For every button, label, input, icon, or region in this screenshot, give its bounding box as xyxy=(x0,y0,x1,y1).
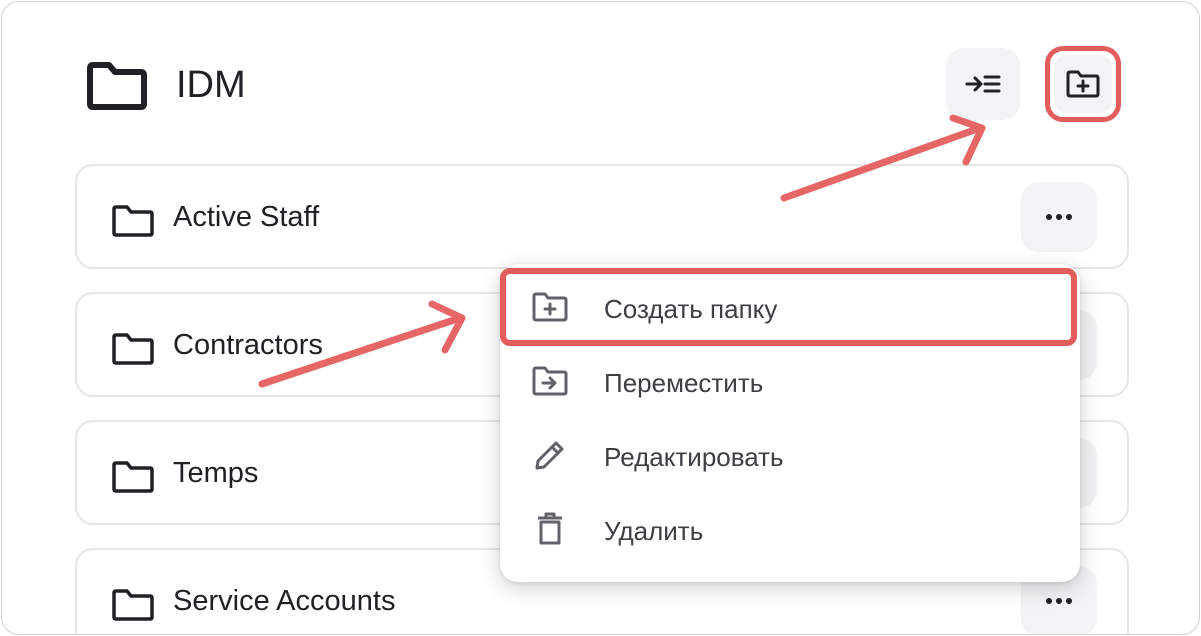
folder-icon xyxy=(112,205,154,237)
menu-item-label: Удалить xyxy=(604,516,704,546)
trash-icon xyxy=(530,510,570,548)
create-folder-icon xyxy=(530,288,570,326)
folder-row-active-staff[interactable]: Active Staff xyxy=(75,164,1129,269)
create-folder-icon xyxy=(1066,70,1100,98)
move-button[interactable] xyxy=(946,48,1020,120)
move-folder-icon xyxy=(530,362,570,400)
context-menu: Создать папку Переместить Редактировать xyxy=(500,264,1080,582)
menu-item-move[interactable]: Переместить xyxy=(500,344,1080,418)
folder-row-label: Temps xyxy=(173,457,259,489)
more-options-button[interactable] xyxy=(1021,182,1097,252)
folder-icon xyxy=(112,461,154,493)
menu-item-label: Переместить xyxy=(604,368,764,398)
create-folder-button-inner[interactable] xyxy=(1054,55,1112,113)
page-title: IDM xyxy=(176,64,246,106)
menu-item-edit[interactable]: Редактировать xyxy=(500,418,1080,492)
menu-item-create-folder[interactable]: Создать папку xyxy=(500,270,1080,344)
folder-row-label: Service Accounts xyxy=(173,585,396,617)
menu-item-label: Редактировать xyxy=(604,442,784,472)
pencil-icon xyxy=(530,436,570,474)
folder-row-label: Active Staff xyxy=(173,201,320,233)
menu-item-delete[interactable]: Удалить xyxy=(500,492,1080,566)
folder-icon xyxy=(112,589,154,621)
folder-panel: IDM Active Staff Contractors Temps Servi… xyxy=(1,1,1200,635)
folder-icon xyxy=(112,333,154,365)
menu-item-label: Создать папку xyxy=(604,294,778,324)
folder-row-label: Contractors xyxy=(173,329,323,361)
folder-icon xyxy=(87,62,147,110)
create-folder-button[interactable] xyxy=(1045,46,1121,122)
move-to-folder-icon xyxy=(965,75,1001,93)
